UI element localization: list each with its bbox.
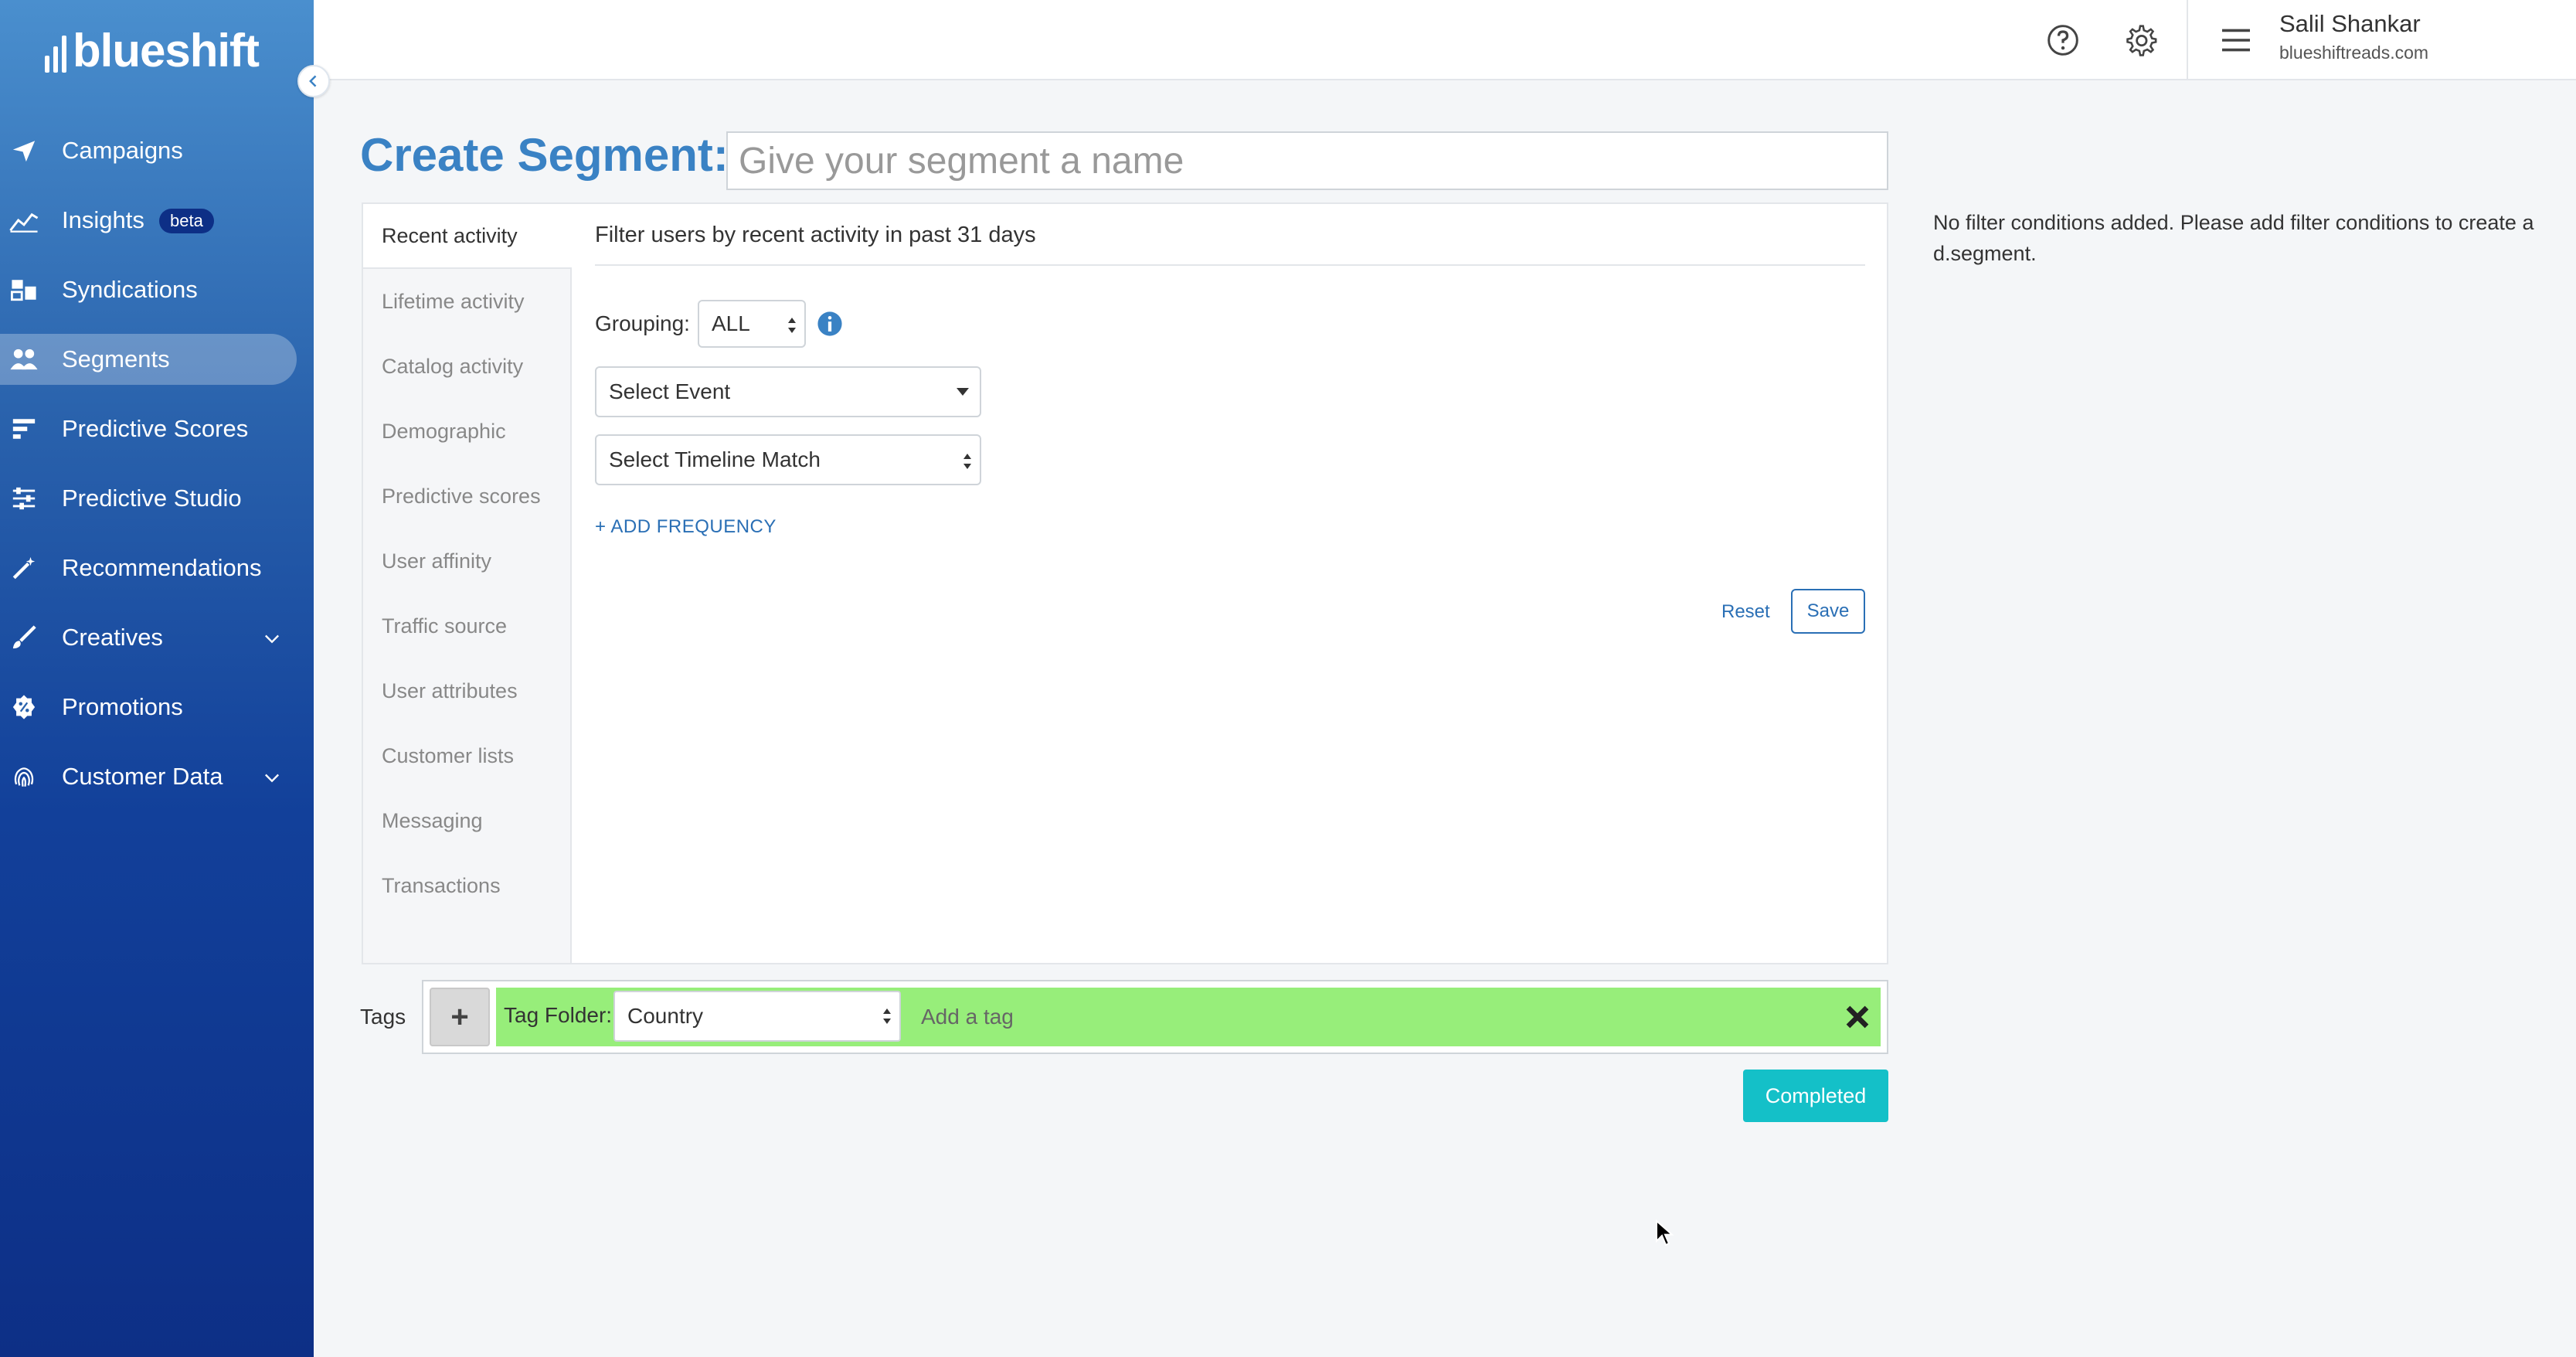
select-stepper-icon [963,454,971,469]
sidebar-item-label: Promotions [62,693,183,720]
mouse-cursor-icon [1656,1219,1674,1246]
filter-category-tabs: Recent activity Lifetime activity Catalo… [363,204,572,963]
grouping-value: ALL [711,311,750,335]
help-icon[interactable] [2043,20,2083,60]
users-icon [9,345,39,374]
sidebar-item-label: Predictive Studio [62,485,242,512]
tags-label: Tags [360,1005,406,1029]
sidebar-item-campaigns[interactable]: Campaigns [0,125,314,176]
save-button[interactable]: Save [1791,589,1865,634]
line-chart-icon [9,206,39,235]
logo-text: blueshift [73,25,260,77]
bars-icon [9,414,39,444]
chevron-left-icon [309,75,317,87]
sidebar-item-predictive-scores[interactable]: Predictive Scores [0,403,314,454]
sidebar-item-promotions[interactable]: Promotions [0,682,314,733]
select-timeline-label: Select Timeline Match [609,447,821,471]
select-event-label: Select Event [609,379,731,403]
sidebar-item-predictive-studio[interactable]: Predictive Studio [0,473,314,524]
beta-badge: beta [159,209,214,233]
sidebar-item-label: Creatives [62,624,163,651]
sidebar-item-label: Customer Data [62,763,223,790]
tab-catalog-activity[interactable]: Catalog activity [363,334,570,399]
grouping-label: Grouping: [595,311,690,335]
sidebar-item-insights[interactable]: Insights beta [0,195,314,246]
tags-box: + Tag Folder: Country [422,980,1888,1054]
sidebar-item-label: Insights [62,206,144,233]
add-frequency-link[interactable]: + ADD FREQUENCY [595,516,777,538]
sidebar-item-segments[interactable]: Segments [0,334,297,385]
tab-messaging[interactable]: Messaging [363,788,570,853]
tab-customer-lists[interactable]: Customer lists [363,723,570,788]
filter-panel: Recent activity Lifetime activity Catalo… [362,202,1888,964]
sidebar-item-label: Campaigns [62,137,183,164]
magic-wand-icon [9,553,39,583]
tab-transactions[interactable]: Transactions [363,853,570,918]
top-header: Salil Shankar blueshiftreads.com [314,0,2576,80]
tag-folder-label: Tag Folder: [504,1003,613,1027]
sidebar-item-label: Syndications [62,276,198,303]
grouping-row: Grouping: ALL [595,300,843,348]
reset-link[interactable]: Reset [1721,601,1770,623]
tab-predictive-scores[interactable]: Predictive scores [363,464,570,529]
sidebar-item-recommendations[interactable]: Recommendations [0,542,314,593]
tab-user-affinity[interactable]: User affinity [363,529,570,593]
select-timeline-dropdown[interactable]: Select Timeline Match [595,434,981,485]
completed-button[interactable]: Completed [1743,1070,1888,1122]
segment-name-input[interactable] [726,131,1888,190]
syndication-icon [9,275,39,304]
tag-folder-select[interactable]: Country [613,991,901,1042]
brush-icon [9,623,39,652]
select-stepper-icon [787,318,796,333]
sidebar-item-creatives[interactable]: Creatives [0,612,314,663]
close-icon[interactable] [1845,1005,1870,1029]
add-tag-folder-button[interactable]: + [430,988,490,1046]
tab-lifetime-activity[interactable]: Lifetime activity [363,269,570,334]
paper-plane-icon [9,136,39,165]
user-account[interactable]: Salil Shankar blueshiftreads.com [2279,8,2428,65]
user-domain: blueshiftreads.com [2279,43,2429,63]
sidebar-item-label: Predictive Scores [62,415,249,442]
select-event-dropdown[interactable]: Select Event [595,366,981,417]
sidebar-nav: Campaigns Insights beta Syndications Seg… [0,125,314,821]
fingerprint-icon [9,762,39,791]
hamburger-menu-icon[interactable] [2216,20,2256,60]
no-filter-message: No filter conditions added. Please add f… [1933,211,2534,265]
tab-recent-activity[interactable]: Recent activity [363,204,572,269]
caret-down-icon [957,388,969,396]
chevron-down-icon[interactable] [261,627,283,649]
user-name: Salil Shankar [2279,10,2421,37]
tab-demographic[interactable]: Demographic [363,399,570,464]
grouping-select[interactable]: ALL [697,300,806,348]
sidebar-item-customer-data[interactable]: Customer Data [0,751,314,802]
sidebar: blueshift Campaigns Insights beta Syndic… [0,0,314,1357]
filter-area: Filter users by recent activity in past … [595,204,1865,634]
page-title: Create Segment: [360,129,729,181]
add-tag-input[interactable] [921,1002,1539,1032]
select-stepper-icon [883,1008,891,1024]
collapse-sidebar-button[interactable] [297,65,330,97]
filter-title: Filter users by recent activity in past … [595,204,1865,266]
sidebar-item-syndications[interactable]: Syndications [0,264,314,315]
blueshift-logo[interactable]: blueshift [45,25,260,77]
chevron-down-icon[interactable] [261,767,283,788]
sidebar-item-label: Recommendations [62,554,262,581]
sidebar-item-label: Segments [62,345,170,372]
tag-folder-value: Country [627,1004,704,1028]
tab-user-attributes[interactable]: User attributes [363,658,570,723]
gear-icon[interactable] [2120,20,2160,60]
sliders-icon [9,484,39,513]
info-icon[interactable] [817,311,843,337]
header-divider [2187,0,2188,80]
logo-bars-icon [45,36,66,73]
tab-traffic-source[interactable]: Traffic source [363,593,570,658]
tag-folder-row: Tag Folder: Country [496,988,1881,1046]
badge-percent-icon [9,692,39,722]
